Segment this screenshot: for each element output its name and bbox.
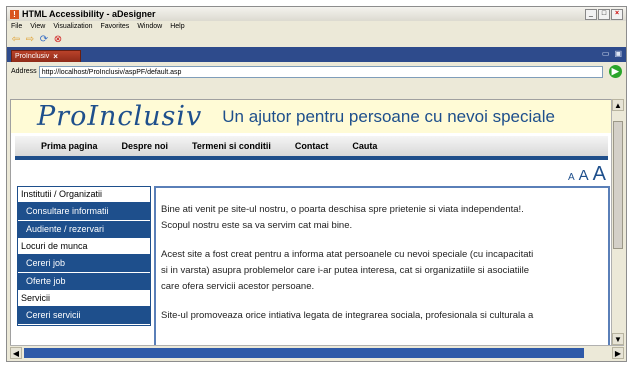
address-bar: Address http://localhost/ProInclusiv/asp… [7,62,626,81]
sidebar-item[interactable]: Consultare informatii [18,203,150,221]
minimize-view-icon[interactable]: ▭ [602,49,610,58]
font-large-button[interactable]: A [593,163,606,186]
nav-cauta[interactable]: Cauta [352,141,377,151]
nav-prima-pagina[interactable]: Prima pagina [41,141,98,151]
maximize-button[interactable]: □ [598,8,610,20]
menu-file[interactable]: File [11,23,22,30]
app-window: ! HTML Accessibility - aDesigner _ □ × F… [6,6,627,362]
forward-icon[interactable]: ⇨ [25,34,35,45]
sidebar-item[interactable]: Audiente / rezervari [18,221,150,239]
content-paragraph: Site-ul promoveaza orice intiativa legat… [161,308,603,324]
sidebar-item[interactable]: Oferte job [18,273,150,291]
font-medium-button[interactable]: A [579,167,589,184]
content-line: care ofera servicii acestor persoane. [161,281,315,292]
content-line: si in varsta) asupra problemelor care i-… [161,265,530,276]
horizontal-scrollbar[interactable]: ◀ ▶ [10,345,624,360]
menu-bar: File View Visualization Favorites Window… [7,21,626,32]
app-icon: ! [10,9,19,19]
scroll-right-icon[interactable]: ▶ [612,347,624,359]
nav-despre-noi[interactable]: Despre noi [122,141,169,151]
maximize-view-icon[interactable]: ▣ [614,49,622,58]
menu-window[interactable]: Window [137,23,162,30]
address-input[interactable]: http://localhost/ProInclusiv/aspPF/defau… [38,65,603,78]
content-paragraph: Acest site a fost creat pentru a informa… [161,247,603,295]
sidebar-menu: Institutii / Organizatii Consultare info… [17,186,151,326]
tab-close-icon[interactable]: × [53,52,58,61]
sidebar-item[interactable]: Cereri job [18,255,150,273]
go-icon[interactable]: ▶ [608,65,622,78]
menu-view[interactable]: View [30,23,45,30]
title-bar: ! HTML Accessibility - aDesigner _ □ × [7,7,626,21]
content-line: Site-ul promoveaza orice intiativa legat… [161,310,534,321]
scroll-up-icon[interactable]: ▲ [612,99,624,111]
menu-visualization[interactable]: Visualization [53,23,92,30]
address-label: Address [11,68,37,75]
page-viewport: ProInclusiv Un ajutor pentru persoane cu… [10,99,612,346]
content-line: Scopul nostru este sa va servim cat mai … [161,220,353,231]
sidebar-category: Locuri de munca [18,239,150,255]
close-button[interactable]: × [611,8,623,20]
tab-label: ProInclusiv [15,53,50,60]
minimize-button[interactable]: _ [585,8,597,20]
site-tagline: Un ajutor pentru persoane cu nevoi speci… [222,106,555,126]
window-title: HTML Accessibility - aDesigner [22,9,156,19]
nav-contact[interactable]: Contact [295,141,329,151]
tab-bar: ProInclusiv × ▭ ▣ [7,47,626,62]
menu-help[interactable]: Help [170,23,184,30]
menu-favorites[interactable]: Favorites [101,23,130,30]
toolbar: ⇦ ⇨ ⟳ ⊗ [7,32,626,47]
font-size-controls: A A A [568,163,606,186]
content-panel: Bine ati venit pe site-ul nostru, o poar… [154,186,610,346]
content-paragraph: Bine ati venit pe site-ul nostru, o poar… [161,202,603,234]
back-icon[interactable]: ⇦ [11,34,21,45]
sidebar-category: Servicii [18,291,150,307]
font-small-button[interactable]: A [568,172,575,183]
refresh-icon[interactable]: ⟳ [39,34,49,45]
sidebar-item[interactable]: Cereri servicii [18,307,150,325]
main-nav: Prima pagina Despre noi Termeni si condi… [15,136,608,160]
scroll-down-icon[interactable]: ▼ [612,333,624,345]
sidebar-category: Institutii / Organizatii [18,187,150,203]
tab-proinclusiv[interactable]: ProInclusiv × [11,50,81,62]
vertical-scroll-thumb[interactable] [613,121,623,249]
nav-termeni[interactable]: Termeni si conditii [192,141,271,151]
site-header: ProInclusiv Un ajutor pentru persoane cu… [11,100,612,133]
content-line: Acest site a fost creat pentru a informa… [161,249,534,260]
scroll-left-icon[interactable]: ◀ [10,347,22,359]
site-logo[interactable]: ProInclusiv [37,101,202,132]
horizontal-scroll-thumb[interactable] [24,348,584,358]
vertical-scrollbar[interactable]: ▲ ▼ [611,99,625,345]
content-line: Bine ati venit pe site-ul nostru, o poar… [161,204,524,215]
stop-icon[interactable]: ⊗ [53,34,63,45]
